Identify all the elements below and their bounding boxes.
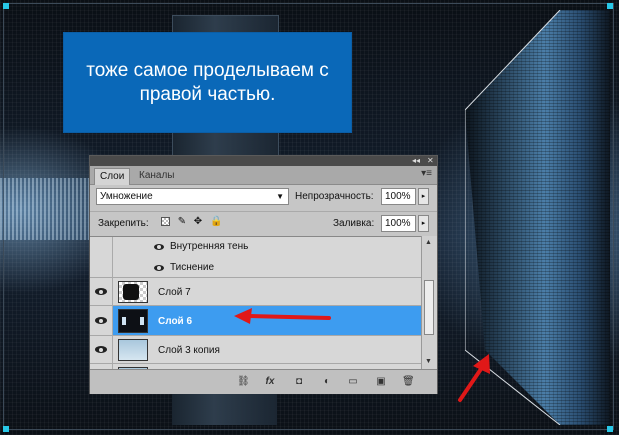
palette-footer: ⛓ fx ◘ ◐ ▭ ▣ 🗑: [90, 369, 437, 394]
new-layer-icon[interactable]: ▣: [375, 376, 387, 387]
opacity-input[interactable]: 100%: [381, 188, 416, 205]
scroll-down-arrow-icon[interactable]: ▼: [425, 358, 432, 365]
scroll-up-arrow-icon[interactable]: ▲: [425, 239, 432, 246]
blend-mode-select[interactable]: Умножение ▼: [96, 188, 289, 205]
tab-layers[interactable]: Слои: [94, 168, 131, 185]
layer-name: Слой 6: [158, 316, 193, 327]
visibility-toggle[interactable]: [90, 278, 113, 305]
chevron-down-icon: ▼: [276, 192, 284, 201]
visibility-toggle[interactable]: [90, 336, 113, 363]
fill-label: Заливка:: [333, 218, 375, 229]
palette-tabs: Слои Каналы ▾≡: [90, 166, 437, 185]
effect-item-emboss[interactable]: Тиснение: [90, 258, 421, 278]
blend-mode-value: Умножение: [100, 191, 153, 202]
frame-corner: [607, 426, 613, 432]
adjustment-layer-icon[interactable]: ◐: [321, 376, 333, 387]
eye-icon: [95, 288, 107, 295]
effect-label: Внутренняя тень: [170, 241, 249, 252]
frame-corner: [607, 3, 613, 9]
eye-icon: [95, 346, 107, 353]
opacity-label: Непрозрачность:: [295, 191, 374, 202]
red-arrow-pointer-icon: [234, 308, 331, 324]
empty-eye-cell: [90, 258, 113, 278]
empty-eye-cell: [90, 237, 113, 258]
layers-list: Внутренняя тень Тиснение Слой 7 Слой 6 С…: [90, 236, 421, 370]
visibility-toggle[interactable]: [90, 306, 113, 335]
collapse-icon[interactable]: ◂◂: [412, 156, 420, 166]
layer-row-layer7[interactable]: Слой 7: [90, 278, 421, 306]
lock-transparency-icon[interactable]: [161, 217, 170, 226]
opacity-slider-button[interactable]: ▸: [418, 188, 429, 205]
red-arrow-up-icon: [458, 354, 490, 402]
effect-label: Тиснение: [170, 262, 215, 273]
layers-palette: ◂◂ ✕ Слои Каналы ▾≡ Умножение ▼ Непрозра…: [89, 155, 438, 394]
panel-menu-icon[interactable]: ▾≡: [421, 168, 432, 179]
lock-label: Закрепить:: [98, 218, 149, 229]
layer-name: Слой 3 копия: [158, 345, 220, 356]
link-layers-icon[interactable]: ⛓: [237, 376, 250, 387]
palette-titlebar[interactable]: ◂◂ ✕: [90, 156, 437, 166]
lock-row: Закрепить: ✎ ✥ 🔒 Заливка: 100% ▸: [90, 211, 437, 234]
eye-icon: [95, 317, 107, 324]
fx-icon[interactable]: fx: [264, 376, 276, 387]
eye-icon[interactable]: [154, 244, 164, 250]
layer-name: Слой 7: [158, 287, 191, 298]
lock-all-icon[interactable]: 🔒: [210, 217, 222, 227]
scroll-thumb[interactable]: [424, 280, 434, 335]
fill-input[interactable]: 100%: [381, 215, 416, 232]
frame-corner: [3, 426, 9, 432]
eye-icon[interactable]: [154, 265, 164, 271]
layer-thumbnail: [118, 309, 148, 333]
door-panel-bottom: [172, 390, 277, 425]
close-icon[interactable]: ✕: [427, 156, 434, 166]
tab-channels[interactable]: Каналы: [134, 168, 180, 184]
blend-row: Умножение ▼ Непрозрачность: 100% ▸: [90, 185, 437, 209]
effect-item-inner-shadow[interactable]: Внутренняя тень: [90, 237, 421, 258]
instruction-note: тоже самое проделываем с правой частью.: [63, 32, 352, 133]
layer-thumbnail: [118, 339, 148, 361]
add-mask-icon[interactable]: ◘: [293, 376, 305, 387]
instruction-text: тоже самое проделываем с правой частью.: [86, 59, 329, 105]
layer-thumbnail: [118, 281, 148, 303]
fill-slider-button[interactable]: ▸: [418, 215, 429, 232]
new-group-icon[interactable]: ▭: [347, 376, 359, 387]
lock-pixels-icon[interactable]: ✎: [177, 217, 187, 227]
frame-corner: [3, 3, 9, 9]
layers-scrollbar[interactable]: ▲ ▼: [421, 236, 437, 369]
left-light-stripes: [0, 178, 95, 240]
delete-layer-icon[interactable]: 🗑: [402, 376, 415, 387]
layer-row-layer3-copy[interactable]: Слой 3 копия: [90, 336, 421, 364]
lock-position-icon[interactable]: ✥: [193, 217, 203, 227]
